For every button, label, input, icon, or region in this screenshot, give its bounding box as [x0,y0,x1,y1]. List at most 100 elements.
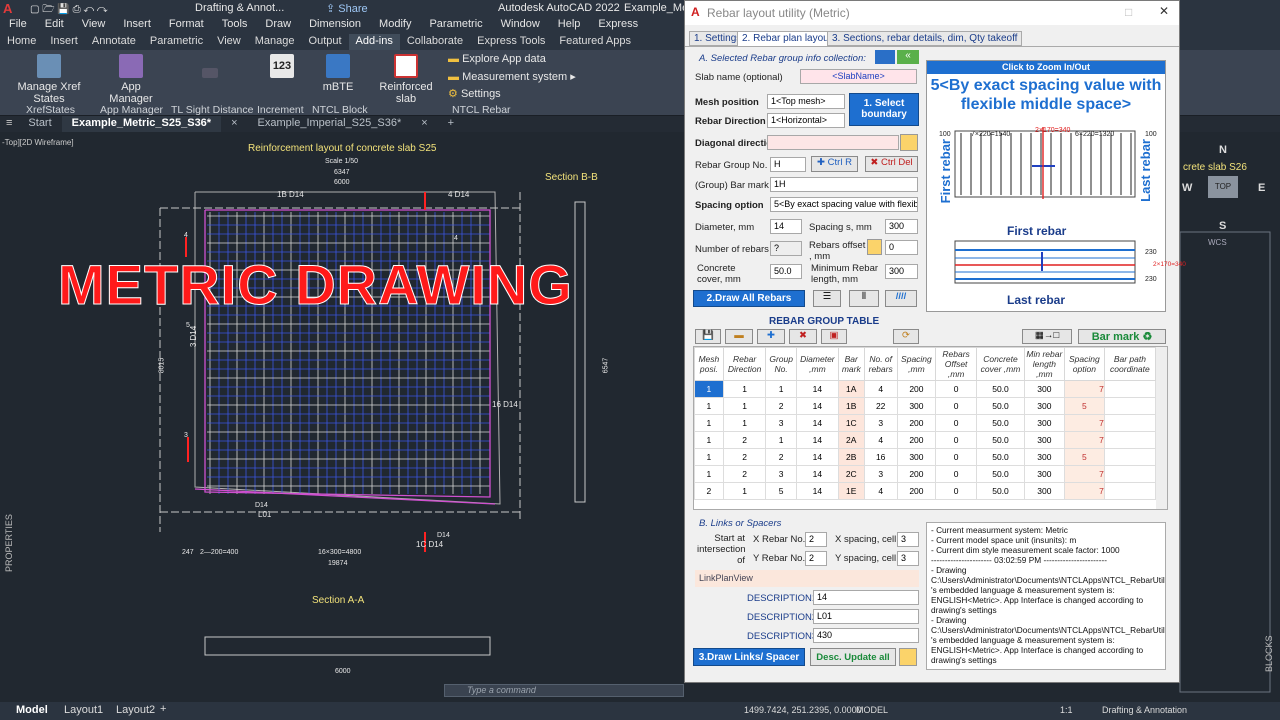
table-cell[interactable]: 50.0 [976,482,1025,500]
bar-mark-select[interactable]: 1H [770,177,918,192]
menu-window[interactable]: Window [492,17,549,34]
table-cell[interactable]: 4 [863,482,898,500]
table-row[interactable]: 1 1 1 14 1A 4 200 0 50.0 300 7 [694,380,1157,398]
menu-view[interactable]: View [73,17,115,34]
menu-format[interactable]: Format [160,17,213,34]
table-cell[interactable] [1103,482,1157,500]
table-cell[interactable]: 300 [1023,414,1065,432]
table-cell[interactable]: 300 [1023,448,1065,466]
table-row[interactable]: 1 1 3 14 1C 3 200 0 50.0 300 7 [694,414,1157,432]
table-cell[interactable]: 2B [837,448,865,466]
group-no-select[interactable]: H [770,157,806,172]
description3-select[interactable]: 430 [813,628,919,643]
draw-all-rebars-button[interactable]: 2.Draw All Rebars [693,290,805,307]
table-cell[interactable]: 200 [896,482,937,500]
pick-offset-icon[interactable] [867,239,882,255]
table-row[interactable]: 2 1 5 14 1E 4 200 0 50.0 300 7 [694,482,1157,500]
table-cell[interactable]: 4 [863,380,898,398]
table-cell[interactable]: 5 [1063,397,1105,415]
annotation-scale[interactable]: 1:1 [1060,705,1073,715]
table-cell[interactable]: 14 [795,431,839,449]
table-cell[interactable]: 2 [722,465,767,483]
doc-tab-metric[interactable]: Example_Metric_S25_S36* [61,116,222,132]
save-table-button[interactable]: 💾 [695,329,721,344]
refresh-icon[interactable]: ⟳ [893,329,919,344]
column-header[interactable]: Bar mark [837,347,865,381]
table-cell[interactable]: 22 [863,397,898,415]
info-collect-icon[interactable] [875,50,895,64]
model-tab[interactable]: Model [16,704,48,716]
table-vertical-scrollbar[interactable] [1156,347,1167,509]
increment-button[interactable]: 123 [264,54,300,81]
table-cell[interactable]: 1 [722,482,767,500]
table-cell[interactable]: 1 [765,380,797,398]
table-cell[interactable]: 14 [795,397,839,415]
ribbon-tab-featured-apps[interactable]: Featured Apps [552,34,638,50]
table-cell[interactable]: 2 [722,448,767,466]
table-cell[interactable]: 16 [863,448,898,466]
ribbon-tab-collaborate[interactable]: Collaborate [400,34,470,50]
table-cell[interactable]: 4 [863,431,898,449]
column-header[interactable]: Group No. [765,347,797,381]
table-cell[interactable] [1103,448,1157,466]
table-cell[interactable]: 5 [1063,448,1105,466]
table-cell[interactable]: 1 [694,465,724,483]
workspace-selector[interactable]: Drafting & Annot... [195,2,284,14]
compass-west[interactable]: W [1182,182,1192,194]
table-row[interactable]: 1 1 2 14 1B 22 300 0 50.0 300 5 [694,397,1157,415]
menu-parametric[interactable]: Parametric [420,17,491,34]
ribbon-tab-express-tools[interactable]: Express Tools [470,34,552,50]
table-cell[interactable]: 0 [935,431,978,449]
table-cell[interactable]: 1 [694,448,724,466]
menu-dimension[interactable]: Dimension [300,17,370,34]
table-cell[interactable]: 14 [795,482,839,500]
table-cell[interactable]: 50.0 [976,380,1025,398]
column-header[interactable]: Concrete cover ,mm [976,347,1025,381]
table-cell[interactable]: 1 [722,414,767,432]
measurement-system-button[interactable]: ▬ Measurement system ▸ [448,70,576,83]
explore-app-data-button[interactable]: ▬ Explore App data [448,53,546,65]
table-cell[interactable]: 14 [795,465,839,483]
bar-mark-button[interactable]: Bar mark ♻ [1078,329,1166,344]
compass-north[interactable]: N [1219,144,1227,156]
table-cell[interactable]: 14 [795,380,839,398]
table-cell[interactable]: 50.0 [976,465,1025,483]
draw-links-button[interactable]: 3.Draw Links/ Spacer [693,648,805,666]
table-cell[interactable]: 1 [694,397,724,415]
table-cell[interactable]: 1 [694,380,724,398]
table-cell[interactable]: 1 [722,397,767,415]
table-cell[interactable] [1103,414,1157,432]
doc-tab-start[interactable]: Start [18,116,61,132]
add-layout-button[interactable]: + [160,703,166,715]
rebars-offset-select[interactable]: 0 [885,240,918,255]
app-manager-button[interactable]: App Manager [98,54,164,105]
table-cell[interactable]: 1 [694,414,724,432]
pick-point-icon[interactable] [900,134,918,151]
layout1-tab[interactable]: Layout1 [64,704,103,716]
command-line[interactable]: Type a command [444,684,684,697]
close-icon[interactable]: ✕ [1159,4,1169,18]
column-header[interactable]: Mesh posi. [694,347,724,381]
table-cell[interactable]: 300 [1023,397,1065,415]
table-cell[interactable]: 1E [837,482,865,500]
viewcube-top[interactable]: TOP [1208,176,1238,198]
table-cell[interactable]: 1C [837,414,865,432]
new-tab-button[interactable]: + [438,116,464,132]
menu-modify[interactable]: Modify [370,17,420,34]
table-cell[interactable]: 50.0 [976,431,1025,449]
menu-edit[interactable]: Edit [36,17,73,34]
table-cell[interactable]: 300 [1023,482,1065,500]
column-header[interactable]: Bar path coordinate [1103,347,1157,381]
table-cell[interactable]: 200 [896,465,937,483]
x-rebar-stepper[interactable]: 2 [805,532,827,547]
close-icon[interactable]: × [221,116,247,132]
table-cell[interactable]: 0 [935,414,978,432]
min-length-select[interactable]: 300 [885,264,918,279]
select-boundary-button[interactable]: 1. Select boundary [849,93,919,126]
slab-name-input[interactable]: <SlabName> [800,69,917,84]
delete-group-button[interactable]: ✖ Ctrl Del [865,156,918,172]
table-cell[interactable]: 0 [935,448,978,466]
table-cell[interactable]: 2A [837,431,865,449]
open-table-button[interactable]: ▬ [725,329,753,344]
column-header[interactable]: Rebar Direction [722,347,767,381]
